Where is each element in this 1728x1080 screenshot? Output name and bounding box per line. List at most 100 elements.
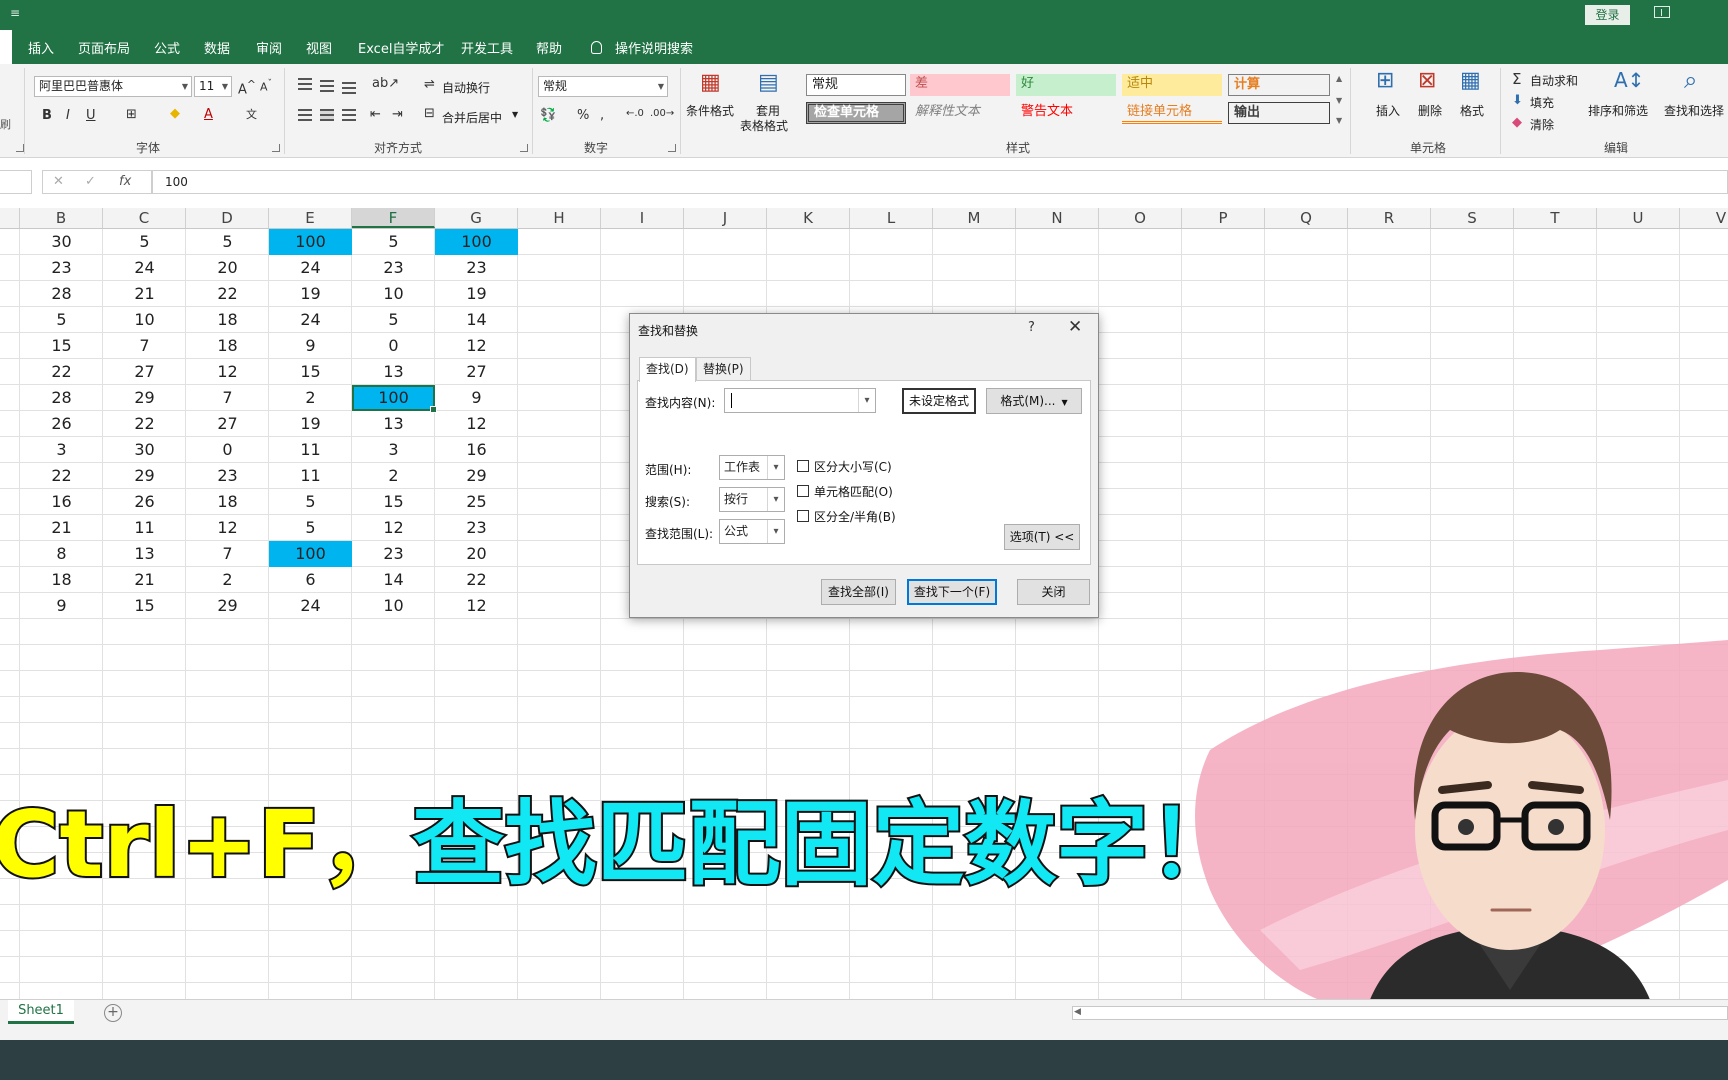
cell[interactable]: 28 [20, 281, 103, 307]
tab-review[interactable]: 审阅 [256, 38, 282, 57]
align-top-icon[interactable] [298, 78, 312, 90]
cell[interactable]: 2 [186, 567, 269, 593]
cell[interactable]: 22 [186, 281, 269, 307]
tab-view[interactable]: 视图 [306, 38, 332, 57]
cell[interactable]: 15 [103, 593, 186, 619]
cell[interactable]: 11 [269, 437, 352, 463]
column-header-j[interactable]: J [684, 208, 767, 228]
name-box[interactable] [0, 170, 32, 194]
column-header-g[interactable]: G [435, 208, 518, 228]
tab-replace[interactable]: 替换(P) [696, 357, 751, 381]
align-middle-icon[interactable] [320, 80, 334, 92]
column-header-f[interactable]: F [352, 208, 435, 228]
cell[interactable]: 3 [352, 437, 435, 463]
comma-style-icon[interactable]: , [600, 108, 604, 123]
format-button[interactable]: 格式(M)... ▼ [986, 388, 1082, 414]
cell[interactable]: 15 [20, 333, 103, 359]
column-header-m[interactable]: M [933, 208, 1016, 228]
cell[interactable]: 10 [103, 307, 186, 333]
borders-icon[interactable]: ⊞ [126, 107, 137, 122]
number-format-combo[interactable]: 常规 ▼ [538, 76, 668, 97]
cell[interactable]: 21 [20, 515, 103, 541]
cell[interactable]: 12 [435, 593, 518, 619]
column-header-n[interactable]: N [1016, 208, 1099, 228]
column-header-s[interactable]: S [1431, 208, 1514, 228]
tab-data[interactable]: 数据 [204, 38, 230, 57]
align-right-icon[interactable] [342, 109, 356, 121]
styles-scroll-down-icon[interactable]: ▼ [1336, 96, 1342, 105]
cell[interactable]: 23 [20, 255, 103, 281]
orientation-icon[interactable]: ab↗ [372, 76, 399, 91]
increase-decimal-icon[interactable]: ←.0 [626, 108, 644, 119]
cell[interactable]: 5 [269, 515, 352, 541]
style-explanatory[interactable]: 解释性文本 [910, 102, 1010, 124]
cell[interactable]: 13 [103, 541, 186, 567]
find-select-search-icon[interactable]: ⌕ [1684, 66, 1697, 94]
style-warning[interactable]: 警告文本 [1016, 102, 1116, 124]
look-in-select[interactable]: 公式 ▾ [719, 519, 785, 544]
align-center-icon[interactable] [320, 109, 334, 121]
font-size-combo[interactable]: 11 ▼ [194, 76, 232, 97]
cell[interactable]: 12 [435, 411, 518, 437]
cell[interactable]: 5 [20, 307, 103, 333]
horizontal-scrollbar[interactable] [1072, 1006, 1728, 1020]
cell[interactable]: 23 [352, 541, 435, 567]
match-case-label[interactable]: 区分大小写(C) [814, 458, 892, 475]
options-button[interactable]: 选项(T) << [1004, 524, 1080, 550]
style-bad[interactable]: 差 [910, 74, 1010, 96]
alignment-launcher-icon[interactable] [520, 144, 528, 152]
cell[interactable]: 24 [269, 307, 352, 333]
style-neutral[interactable]: 适中 [1122, 74, 1222, 96]
highlighted-cell[interactable]: 100 [269, 229, 352, 255]
tell-me-search[interactable]: 操作说明搜索 [615, 38, 693, 57]
cell[interactable]: 12 [186, 515, 269, 541]
cell[interactable]: 7 [186, 541, 269, 567]
cell[interactable]: 13 [352, 359, 435, 385]
merge-center-icon[interactable]: ⊟ [424, 106, 435, 121]
align-bottom-icon[interactable] [342, 82, 356, 94]
quick-access-menu-icon[interactable]: ≡ [10, 6, 20, 20]
column-header-q[interactable]: Q [1265, 208, 1348, 228]
column-header-l[interactable]: L [850, 208, 933, 228]
cell[interactable]: 5 [352, 229, 435, 255]
search-order-select[interactable]: 按行 ▾ [719, 487, 785, 512]
style-check-cell[interactable]: 检查单元格 [806, 102, 906, 124]
add-sheet-icon[interactable]: + [104, 1004, 122, 1022]
style-output[interactable]: 输出 [1228, 102, 1330, 124]
font-name-combo[interactable]: 阿里巴巴普惠体 ▼ [34, 76, 192, 97]
insert-cells-icon[interactable]: ⊞ [1376, 68, 1394, 93]
format-as-table-button-line1[interactable]: 套用 [756, 104, 780, 119]
scroll-left-icon[interactable]: ◀ [1074, 1007, 1081, 1017]
cell[interactable]: 20 [186, 255, 269, 281]
clear-eraser-icon[interactable]: ◆ [1512, 115, 1522, 130]
wrap-text-icon[interactable]: ⇌ [424, 77, 435, 92]
accounting-format-icon[interactable]: 💱 [540, 108, 556, 123]
clipboard-launcher-icon[interactable] [16, 144, 24, 152]
column-header-p[interactable]: P [1182, 208, 1265, 228]
cell[interactable]: 30 [103, 437, 186, 463]
sort-filter-icon[interactable]: A↕ [1614, 68, 1644, 92]
fill-button[interactable]: 填充 [1530, 94, 1554, 111]
match-entire-cell-label[interactable]: 单元格匹配(O) [814, 483, 893, 500]
style-normal[interactable]: 常规 [806, 74, 906, 96]
cell[interactable]: 11 [269, 463, 352, 489]
cell[interactable]: 5 [269, 489, 352, 515]
cell[interactable]: 5 [103, 229, 186, 255]
align-left-icon[interactable] [298, 109, 312, 121]
cell[interactable]: 5 [352, 307, 435, 333]
cell[interactable]: 9 [269, 333, 352, 359]
column-header-h[interactable]: H [518, 208, 601, 228]
cell[interactable]: 18 [20, 567, 103, 593]
conditional-format-button[interactable]: 条件格式 [686, 104, 734, 119]
cell[interactable]: 26 [103, 489, 186, 515]
cell[interactable]: 0 [186, 437, 269, 463]
column-header-k[interactable]: K [767, 208, 850, 228]
cell[interactable]: 18 [186, 307, 269, 333]
cell[interactable]: 29 [103, 463, 186, 489]
tab-developer[interactable]: 开发工具 [461, 38, 513, 57]
cell[interactable]: 10 [352, 281, 435, 307]
autosum-icon[interactable]: Σ [1512, 70, 1521, 88]
sort-filter-button[interactable]: 排序和筛选 [1588, 104, 1648, 119]
cell[interactable]: 12 [435, 333, 518, 359]
cell[interactable]: 23 [186, 463, 269, 489]
